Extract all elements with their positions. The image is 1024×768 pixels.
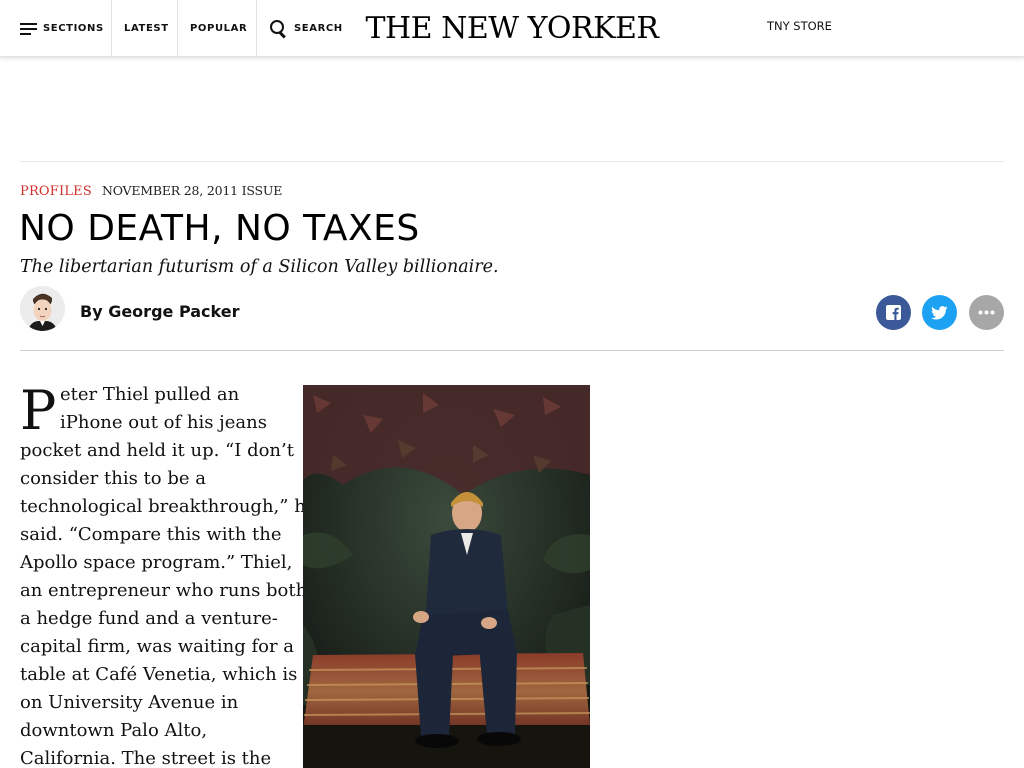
- article-meta: PROFILES NOVEMBER 28, 2011 ISSUE: [20, 183, 282, 199]
- search-button[interactable]: SEARCH: [269, 0, 343, 56]
- body-text-line: table at Café Venetia, which is: [20, 664, 298, 685]
- body-text-line: capital firm, was waiting for a: [20, 636, 295, 657]
- portrait-photo-illustration: [303, 385, 590, 768]
- latest-link[interactable]: LATEST: [124, 0, 169, 56]
- body-text-line: a hedge fund and a venture-: [20, 608, 278, 629]
- body-text-line: Apollo space program.” Thiel,: [20, 552, 293, 573]
- body-text-line: California. The street is the: [20, 748, 272, 768]
- article-dek: The libertarian futurism of a Silicon Va…: [20, 257, 499, 277]
- nav-divider: [177, 0, 178, 56]
- section-divider: [20, 161, 1004, 162]
- facebook-icon: [886, 305, 901, 320]
- body-text-line: technological breakthrough,” he: [20, 496, 317, 517]
- rubric-link[interactable]: PROFILES: [20, 184, 92, 199]
- author-portrait-illustration: [20, 286, 65, 331]
- sections-button[interactable]: SECTIONS: [20, 0, 104, 56]
- twitter-share-button[interactable]: [922, 295, 957, 330]
- byline: By George Packer: [20, 286, 1004, 336]
- body-text-line: pocket and held it up. “I don’t: [20, 440, 294, 461]
- masthead-logo[interactable]: THE NEW YORKER: [360, 8, 664, 48]
- more-options-icon: [978, 310, 995, 315]
- body-text-line: downtown Palo Alto,: [20, 720, 208, 741]
- article-photo[interactable]: [303, 385, 590, 768]
- author-name[interactable]: By George Packer: [80, 302, 239, 321]
- search-label: SEARCH: [294, 22, 343, 34]
- article-headline: NO DEATH, NO TAXES: [19, 208, 420, 249]
- more-options-button[interactable]: [969, 295, 1004, 330]
- body-text-line: an entrepreneur who runs both: [20, 580, 308, 601]
- author-avatar[interactable]: [20, 286, 65, 331]
- popular-label: POPULAR: [190, 22, 248, 34]
- popular-link[interactable]: POPULAR: [190, 0, 247, 56]
- body-text-line: on University Avenue in: [20, 692, 239, 713]
- latest-label: LATEST: [124, 22, 169, 34]
- body-text-line: iPhone out of his jeans: [60, 412, 267, 433]
- menu-icon: [20, 22, 37, 35]
- byline-divider: [20, 350, 1004, 351]
- top-navigation: SECTIONS LATEST POPULAR SEARCH THE NEW Y…: [0, 0, 1024, 57]
- nav-divider: [256, 0, 257, 56]
- issue-date: NOVEMBER 28, 2011 ISSUE: [101, 183, 283, 198]
- tny-store-link[interactable]: TNY STORE: [767, 19, 832, 33]
- facebook-share-button[interactable]: [876, 295, 911, 330]
- body-text-line: said. “Compare this with the: [20, 524, 282, 545]
- twitter-icon: [931, 305, 948, 320]
- body-text-line: eter Thiel pulled an: [60, 384, 240, 405]
- drop-cap: P: [20, 379, 57, 442]
- body-text-line: consider this to be a: [20, 468, 206, 489]
- nav-divider: [111, 0, 112, 56]
- search-icon: [269, 19, 287, 37]
- sections-label: SECTIONS: [43, 22, 104, 34]
